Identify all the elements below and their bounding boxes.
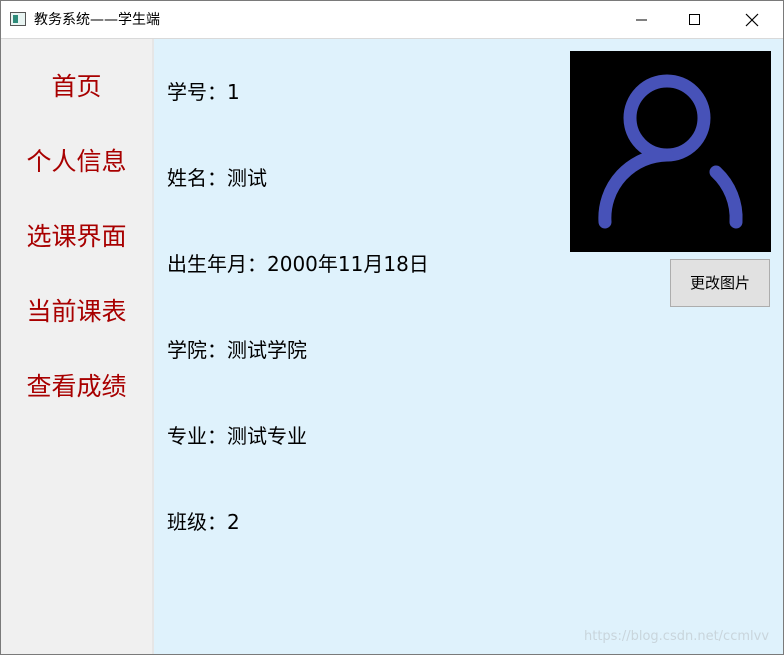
change-image-button[interactable]: 更改图片 — [670, 259, 770, 307]
class-text: 班级：2 — [167, 510, 240, 534]
student-name-text: 姓名：测试 — [167, 166, 267, 190]
app-window: 教务系统——学生端 首页 个人信息 选课界面 当前课表 查看成绩 学号：1 姓名… — [0, 0, 784, 655]
sidebar-item-home[interactable]: 首页 — [1, 71, 152, 103]
user-avatar-icon — [598, 74, 743, 229]
title-bar[interactable]: 教务系统——学生端 — [1, 1, 783, 39]
watermark-text: https://blog.csdn.net/ccmlvv — [584, 629, 770, 644]
app-icon — [10, 12, 26, 26]
birth-date-text: 出生年月：2000年11月18日 — [167, 252, 429, 276]
maximize-icon — [689, 13, 700, 25]
profile-panel: 学号：1 姓名：测试 出生年月：2000年11月18日 学院：测试学院 专业：测… — [152, 39, 783, 654]
close-button[interactable] — [729, 1, 775, 38]
maximize-button[interactable] — [672, 1, 718, 38]
close-icon — [745, 13, 759, 26]
minimize-icon — [636, 19, 647, 20]
major-text: 专业：测试专业 — [167, 424, 307, 448]
college-text: 学院：测试学院 — [167, 338, 307, 362]
sidebar-item-current-schedule[interactable]: 当前课表 — [1, 296, 152, 328]
sidebar-item-personal-info[interactable]: 个人信息 — [1, 146, 152, 178]
sidebar-item-course-selection[interactable]: 选课界面 — [1, 221, 152, 253]
student-id-text: 学号：1 — [167, 80, 240, 104]
minimize-button[interactable] — [619, 1, 665, 38]
sidebar-item-view-grades[interactable]: 查看成绩 — [1, 371, 152, 403]
avatar — [570, 51, 771, 252]
window-title: 教务系统——学生端 — [34, 12, 160, 28]
sidebar-nav: 首页 个人信息 选课界面 当前课表 查看成绩 — [1, 39, 152, 654]
